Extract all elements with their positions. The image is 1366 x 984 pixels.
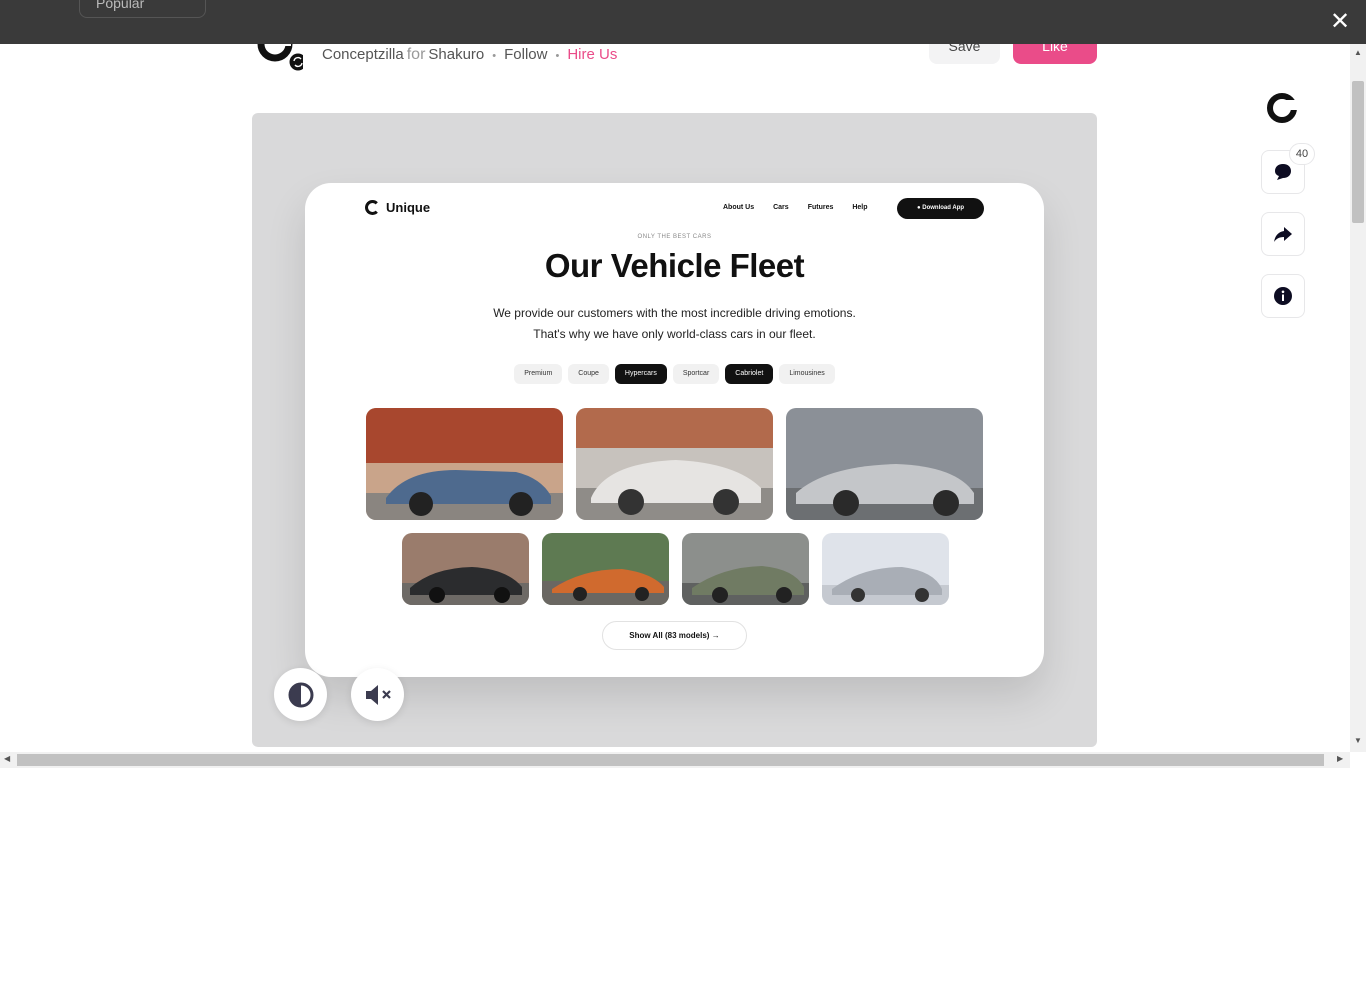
car-photo-white-porsche: [576, 408, 773, 520]
car-photo-orange-lamborghini: [542, 533, 669, 605]
scroll-left-arrow-icon[interactable]: ◀: [4, 754, 10, 763]
horizontal-scrollbar[interactable]: ◀ ▶: [0, 752, 1350, 768]
car-gallery-row-1: [366, 408, 983, 520]
vertical-scrollbar[interactable]: ▲ ▼: [1350, 44, 1366, 752]
site-logo: Unique: [365, 200, 430, 215]
author-name-link[interactable]: Conceptzilla: [322, 46, 404, 63]
chip-sportcar: Sportcar: [672, 364, 720, 384]
hero-description-line: We provide our customers with the most i…: [493, 306, 856, 320]
volume-muted-icon: [365, 684, 391, 705]
vertical-scroll-thumb[interactable]: [1352, 81, 1364, 223]
contrast-toggle-button[interactable]: [274, 668, 327, 721]
comment-icon: [1275, 164, 1291, 180]
scroll-up-arrow-icon[interactable]: ▲: [1353, 48, 1363, 57]
hero-description-line: That's why we have only world-class cars…: [533, 327, 816, 341]
author-line: Conceptzilla for Shakuro • Follow • Hire Us: [322, 46, 617, 64]
background-popular-button: Popular: [79, 0, 206, 18]
team-name-link[interactable]: Shakuro: [428, 46, 484, 63]
shot-preview: Unique About Us Cars Futures Help ● Down…: [252, 113, 1097, 747]
logo-mark-icon: [365, 200, 380, 215]
car-photo-silver-corvette: [786, 408, 983, 520]
nav-item-help: Help: [852, 204, 868, 211]
hire-us-link[interactable]: Hire Us: [567, 46, 617, 63]
follow-link[interactable]: Follow: [504, 46, 547, 63]
contrast-icon: [288, 682, 313, 707]
share-icon: [1274, 227, 1292, 242]
car-photo-silver-audi: [822, 533, 949, 605]
author-avatar[interactable]: [257, 44, 303, 76]
hero-title: Our Vehicle Fleet: [544, 247, 805, 284]
hero-description: We provide our customers with the most i…: [305, 303, 1044, 345]
site-brand: Unique: [386, 200, 431, 215]
info-icon: [1274, 287, 1292, 305]
share-button[interactable]: [1261, 212, 1305, 256]
close-icon[interactable]: ✕: [1326, 8, 1354, 36]
chip-premium: Premium: [514, 364, 563, 384]
car-photo-green-amg: [682, 533, 809, 605]
website-mockup-card: Unique About Us Cars Futures Help ● Down…: [305, 183, 1044, 677]
arrow-right-icon: →: [711, 631, 720, 640]
category-chips: Premium Coupe Hypercars Sportcar Cabriol…: [305, 364, 1044, 384]
site-nav: About Us Cars Futures Help: [723, 204, 868, 211]
separator-dot: •: [492, 50, 497, 62]
like-button[interactable]: Like: [1013, 44, 1097, 64]
comments-count-badge: 40: [1289, 143, 1315, 165]
horizontal-scroll-thumb[interactable]: [17, 754, 1324, 766]
details-button[interactable]: [1261, 274, 1305, 318]
for-label: for: [406, 46, 426, 63]
download-label: Download App: [922, 205, 965, 211]
download-app-button: ● Download App: [897, 198, 984, 219]
mute-toggle-button[interactable]: [351, 668, 404, 721]
nav-item-futures: Futures: [807, 204, 834, 211]
shot-modal: Conceptzilla for Shakuro • Follow • Hire Us Sa…: [0, 44, 1350, 752]
eyebrow-text: ONLY THE BEST CARS: [637, 234, 712, 240]
separator-dot: •: [555, 50, 560, 62]
car-photo-black-lexus: [402, 533, 529, 605]
chip-limousines: Limousines: [779, 364, 835, 384]
team-logo-icon[interactable]: [1264, 90, 1300, 126]
scroll-down-arrow-icon[interactable]: ▼: [1353, 736, 1363, 745]
overlay-top-bar: Popular ✕: [0, 0, 1366, 44]
chip-hypercars: Hypercars: [614, 364, 667, 384]
car-gallery-row-2: [402, 533, 949, 605]
save-button[interactable]: Save: [929, 44, 1000, 64]
show-all-button: Show All (83 models) →: [602, 621, 747, 650]
nav-item-about: About Us: [723, 204, 755, 211]
show-all-label: Show All (83 models): [629, 631, 710, 640]
chip-cabriolet: Cabriolet: [725, 364, 774, 384]
scroll-right-arrow-icon[interactable]: ▶: [1337, 754, 1343, 763]
nav-item-cars: Cars: [773, 204, 789, 211]
car-photo-blue-convertible: [366, 408, 563, 520]
scrollbar-corner: [1350, 752, 1366, 768]
chip-coupe: Coupe: [568, 364, 609, 384]
